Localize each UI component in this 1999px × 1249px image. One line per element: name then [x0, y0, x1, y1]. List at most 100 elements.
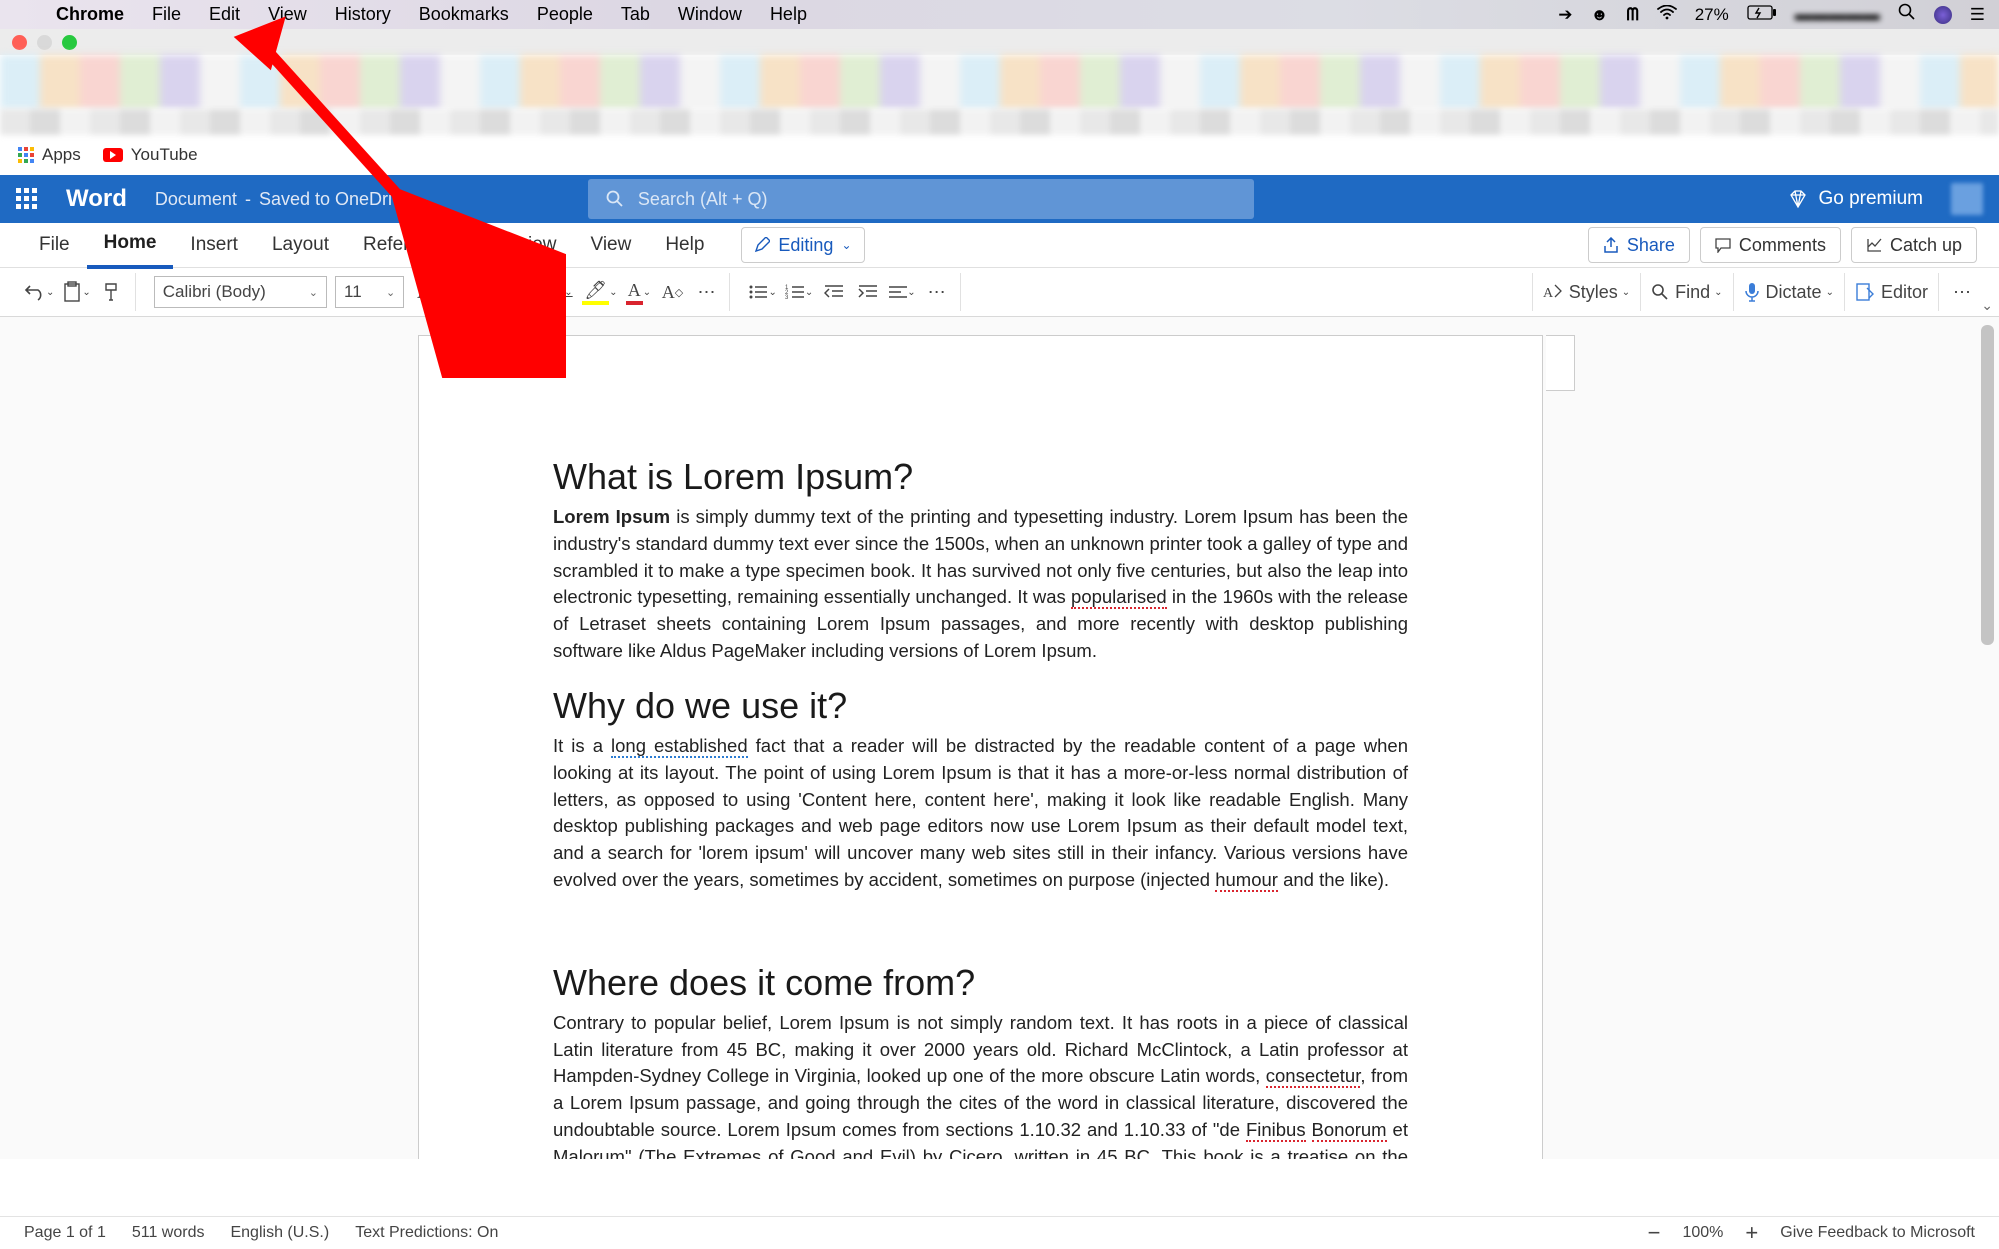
editor-button[interactable]: Editor [1855, 277, 1928, 307]
status-icon-m[interactable]: ᗰ [1626, 5, 1638, 25]
battery-icon[interactable] [1747, 5, 1777, 25]
tab-home[interactable]: Home [87, 221, 174, 269]
styles-button[interactable]: AStyles⌄ [1543, 277, 1630, 307]
word-title-bar: Word Document - Saved to OneDrive ⌄ Sear… [0, 175, 1999, 223]
zoom-level[interactable]: 100% [1682, 1224, 1723, 1242]
catch-up-icon [1866, 237, 1882, 253]
comments-button[interactable]: Comments [1700, 227, 1841, 263]
tab-view[interactable]: View [573, 223, 648, 267]
font-family-selector[interactable]: Calibri (Body) ⌄ [154, 276, 327, 308]
clear-formatting-button[interactable]: A◇ [659, 277, 685, 307]
spotlight-icon[interactable] [1898, 3, 1916, 26]
bullets-button[interactable]: ⌄ [748, 277, 776, 307]
comments-label: Comments [1739, 235, 1826, 256]
font-size-value: 11 [344, 282, 380, 302]
grow-font-button[interactable]: Aˆ [412, 277, 438, 307]
menu-edit[interactable]: Edit [195, 4, 254, 25]
status-icon-face[interactable]: ☻ [1591, 5, 1609, 25]
menu-help[interactable]: Help [756, 4, 821, 25]
italic-button[interactable]: I [514, 277, 540, 307]
more-font-button[interactable]: ⋯ [693, 277, 719, 307]
close-window-button[interactable] [12, 35, 27, 50]
menu-bookmarks[interactable]: Bookmarks [405, 4, 523, 25]
battery-percent: 27% [1695, 5, 1729, 25]
menu-view[interactable]: View [254, 4, 321, 25]
status-icon-1[interactable]: ➔ [1558, 5, 1572, 25]
app-name[interactable]: Chrome [42, 4, 138, 25]
minimize-window-button[interactable] [37, 35, 52, 50]
blurred-tab-strip [0, 55, 1999, 109]
tab-file[interactable]: File [22, 223, 87, 267]
maximize-window-button[interactable] [62, 35, 77, 50]
heading-2: Why do we use it? [553, 685, 1408, 727]
format-painter-button[interactable] [99, 277, 125, 307]
chevron-down-icon: ⌄ [841, 238, 851, 252]
chevron-down-icon: ⌄ [309, 286, 318, 299]
find-label: Find [1675, 282, 1710, 303]
bookmark-apps[interactable]: Apps [18, 145, 81, 165]
align-button[interactable]: ⌄ [889, 277, 915, 307]
tab-layout[interactable]: Layout [255, 223, 346, 267]
document-page[interactable]: What is Lorem Ipsum? Lorem Ipsum is simp… [418, 335, 1543, 1159]
paragraph-3: Contrary to popular belief, Lorem Ipsum … [553, 1010, 1408, 1159]
tab-help[interactable]: Help [648, 223, 721, 267]
more-para-button[interactable]: ⋯ [924, 277, 950, 307]
menu-file[interactable]: File [138, 4, 195, 25]
dictate-button[interactable]: Dictate⌄ [1744, 277, 1834, 307]
menu-tab[interactable]: Tab [607, 4, 664, 25]
paste-button[interactable]: ⌄ [62, 277, 90, 307]
comment-icon [1715, 237, 1731, 253]
collapse-ribbon-icon[interactable]: ⌄ [1981, 297, 1993, 314]
highlight-button[interactable]: 🖊⌄ [582, 277, 617, 307]
bold-button[interactable]: B [480, 277, 506, 307]
scroll-thumb[interactable] [1981, 325, 1994, 645]
status-language[interactable]: English (U.S.) [230, 1224, 329, 1242]
menu-people[interactable]: People [523, 4, 607, 25]
ribbon-tabs: File Home Insert Layout References Revie… [0, 223, 1999, 268]
find-button[interactable]: Find⌄ [1651, 277, 1722, 307]
numbering-button[interactable]: 123⌄ [785, 277, 813, 307]
macos-menubar: Chrome File Edit View History Bookmarks … [0, 0, 1999, 29]
shrink-font-button[interactable]: Aˇ [446, 277, 472, 307]
menu-window[interactable]: Window [664, 4, 756, 25]
underline-button[interactable]: U⌄ [548, 277, 574, 307]
status-predictions[interactable]: Text Predictions: On [355, 1224, 498, 1242]
tab-references[interactable]: References [346, 223, 477, 267]
diamond-icon [1788, 189, 1808, 209]
menu-history[interactable]: History [321, 4, 405, 25]
document-title-area[interactable]: Document - Saved to OneDrive ⌄ [155, 189, 430, 210]
siri-icon[interactable] [1934, 6, 1952, 24]
tab-insert[interactable]: Insert [173, 223, 255, 267]
go-premium-button[interactable]: Go premium [1788, 188, 1923, 210]
wifi-icon[interactable] [1657, 5, 1677, 25]
bookmark-youtube[interactable]: YouTube [103, 145, 198, 165]
dictate-label: Dictate [1766, 282, 1822, 303]
app-launcher-icon[interactable] [16, 188, 38, 210]
zoom-in-button[interactable]: + [1745, 1220, 1758, 1246]
account-avatar[interactable] [1951, 183, 1983, 215]
editing-mode-button[interactable]: Editing ⌄ [741, 227, 864, 263]
clock-blurred: ▬▬▬▬▬ [1795, 5, 1880, 25]
bookmarks-bar: Apps YouTube [0, 135, 1999, 175]
status-bar: Page 1 of 1 511 words English (U.S.) Tex… [0, 1216, 1999, 1249]
more-commands-button[interactable]: ⋯ [1949, 277, 1975, 307]
catch-up-button[interactable]: Catch up [1851, 227, 1977, 263]
document-name: Document [155, 189, 237, 210]
status-words[interactable]: 511 words [132, 1224, 205, 1242]
share-button[interactable]: Share [1588, 227, 1690, 263]
zoom-out-button[interactable]: − [1648, 1220, 1661, 1246]
decrease-indent-button[interactable] [821, 277, 847, 307]
bookmark-youtube-label: YouTube [131, 145, 198, 165]
feedback-link[interactable]: Give Feedback to Microsoft [1780, 1224, 1975, 1242]
tab-review[interactable]: Review [477, 223, 573, 267]
vertical-scrollbar[interactable] [1978, 321, 1996, 1141]
styles-label: Styles [1569, 282, 1618, 303]
status-page[interactable]: Page 1 of 1 [24, 1224, 106, 1242]
control-center-icon[interactable]: ☰ [1970, 5, 1985, 25]
undo-button[interactable]: ⌄ [24, 277, 54, 307]
font-size-selector[interactable]: 11 ⌄ [335, 276, 404, 308]
increase-indent-button[interactable] [855, 277, 881, 307]
font-color-button[interactable]: A⌄ [625, 277, 651, 307]
product-name[interactable]: Word [66, 185, 127, 213]
search-box[interactable]: Search (Alt + Q) [588, 179, 1254, 219]
